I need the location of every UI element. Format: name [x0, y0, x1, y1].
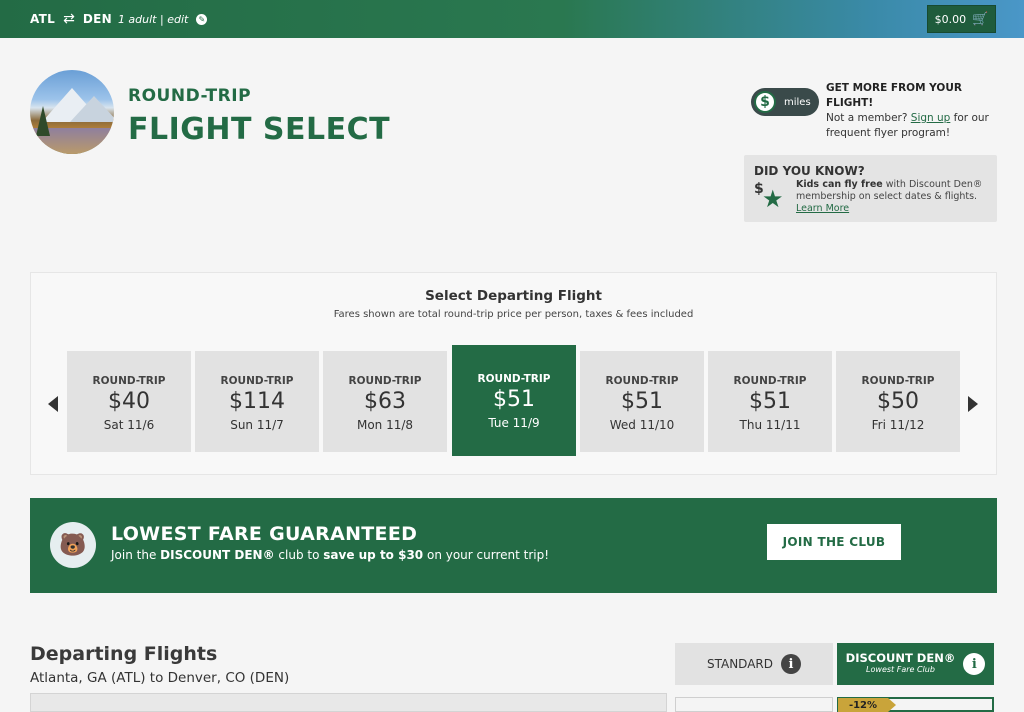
fare-date: Wed 11/10	[609, 418, 675, 432]
fare-price: $40	[108, 389, 150, 414]
standard-fare-cell[interactable]	[675, 697, 833, 712]
standard-fare-label: STANDARD	[706, 657, 774, 671]
fare-date: Mon 11/8	[356, 418, 414, 432]
fare-type: ROUND-TRIP	[733, 375, 807, 387]
trip-summary[interactable]: ATL ⇄ DEN 1 adult | edit ✎	[30, 11, 208, 27]
info-icon[interactable]: i	[963, 653, 986, 675]
lowest-fare-banner: 🐻 LOWEST FARE GUARANTEED Join the DISCOU…	[30, 498, 997, 593]
date-option-selected[interactable]: ROUND-TRIP $51 Tue 11/9	[452, 345, 576, 456]
fare-type: ROUND-TRIP	[477, 373, 551, 385]
destination-code: DEN	[82, 12, 112, 26]
fare-date: Tue 11/9	[488, 416, 540, 430]
flight-result-row[interactable]	[30, 693, 667, 712]
banner-savings: save up to $30	[323, 548, 424, 562]
banner-text: Join the DISCOUNT DEN® club to save up t…	[111, 548, 549, 562]
cart-button[interactable]: $0.00 🛒	[927, 5, 996, 33]
passengers-edit-link[interactable]: 1 adult | edit	[118, 13, 188, 26]
fare-price: $51	[493, 387, 535, 412]
bear-mascot-icon: 🐻	[50, 522, 96, 568]
top-bar: ATL ⇄ DEN 1 adult | edit ✎ $0.00 🛒	[0, 0, 1024, 38]
fare-date: Sun 11/7	[230, 418, 284, 432]
did-you-know-card: DID YOU KNOW? $ ★ Kids can fly free with…	[744, 155, 997, 222]
fare-type: ROUND-TRIP	[861, 375, 935, 387]
next-dates-arrow-icon[interactable]	[968, 396, 978, 412]
origin-code: ATL	[30, 12, 56, 26]
date-option[interactable]: ROUND-TRIP $40 Sat 11/6	[67, 351, 191, 452]
did-you-know-text: Kids can fly free with Discount Den® mem…	[796, 179, 991, 215]
banner-club-name: DISCOUNT DEN®	[160, 548, 275, 562]
fare-date: Fri 11/12	[871, 418, 925, 432]
banner-text-2: club to	[274, 548, 324, 562]
discount-den-sublabel: Lowest Fare Club	[866, 665, 935, 674]
page-subtitle: ROUND-TRIP	[128, 86, 252, 106]
fare-price: $63	[364, 389, 406, 414]
cart-icon: 🛒	[972, 11, 989, 27]
promo-heading: GET MORE FROM YOUR FLIGHT!	[826, 82, 962, 109]
kids-fly-free-bold: Kids can fly free	[796, 179, 883, 190]
destination-photo	[30, 70, 114, 154]
date-option[interactable]: ROUND-TRIP $51 Thu 11/11	[708, 351, 832, 452]
departing-route: Atlanta, GA (ATL) to Denver, CO (DEN)	[30, 670, 290, 686]
date-option[interactable]: ROUND-TRIP $51 Wed 11/10	[580, 351, 704, 452]
edit-icon[interactable]: ✎	[196, 13, 208, 25]
page-title: FLIGHT SELECT	[128, 112, 391, 147]
info-icon[interactable]: i	[781, 654, 802, 674]
dollar-icon: $	[754, 91, 776, 113]
fare-type: ROUND-TRIP	[605, 375, 679, 387]
banner-text-3: on your current trip!	[423, 548, 550, 562]
fare-price: $51	[621, 389, 663, 414]
promo-text-before: Not a member?	[826, 112, 911, 124]
date-selector-subtitle: Fares shown are total round-trip price p…	[333, 309, 694, 320]
date-option[interactable]: ROUND-TRIP $63 Mon 11/8	[323, 351, 447, 452]
previous-dates-arrow-icon[interactable]	[48, 396, 58, 412]
fare-type: ROUND-TRIP	[348, 375, 422, 387]
fare-price: $51	[749, 389, 791, 414]
discount-badge: -12%	[838, 698, 896, 712]
kids-fly-free-icon: $ ★	[754, 181, 786, 213]
fare-date: Thu 11/11	[739, 418, 801, 432]
miles-toggle-label: miles	[784, 96, 811, 108]
discount-den-fare-tab[interactable]: DISCOUNT DEN® Lowest Fare Club i	[837, 643, 994, 685]
fare-type: ROUND-TRIP	[92, 375, 166, 387]
departing-flights-title: Departing Flights	[30, 643, 218, 665]
fare-price: $50	[877, 389, 919, 414]
sign-up-link[interactable]: Sign up	[911, 112, 951, 124]
date-selector-panel: Select Departing Flight Fares shown are …	[30, 272, 997, 475]
date-option[interactable]: ROUND-TRIP $50 Fri 11/12	[836, 351, 960, 452]
fare-price: $114	[229, 389, 285, 414]
join-the-club-button[interactable]: JOIN THE CLUB	[767, 524, 901, 560]
banner-text-1: Join the	[111, 548, 161, 562]
fare-date: Sat 11/6	[103, 418, 155, 432]
standard-fare-tab[interactable]: STANDARD i	[675, 643, 833, 685]
fare-type: ROUND-TRIP	[220, 375, 294, 387]
banner-heading: LOWEST FARE GUARANTEED	[111, 523, 418, 545]
learn-more-link[interactable]: Learn More	[796, 203, 849, 214]
date-option[interactable]: ROUND-TRIP $114 Sun 11/7	[195, 351, 319, 452]
frequent-flyer-promo: GET MORE FROM YOUR FLIGHT! Not a member?…	[826, 81, 1006, 141]
cart-total: $0.00	[934, 12, 967, 26]
discount-den-label: DISCOUNT DEN®	[845, 651, 956, 665]
did-you-know-heading: DID YOU KNOW?	[754, 164, 865, 178]
date-selector-title: Select Departing Flight	[425, 288, 602, 304]
star-icon: ★	[762, 185, 784, 213]
swap-arrows-icon: ⇄	[63, 11, 75, 27]
miles-toggle[interactable]: $ miles	[751, 88, 819, 116]
